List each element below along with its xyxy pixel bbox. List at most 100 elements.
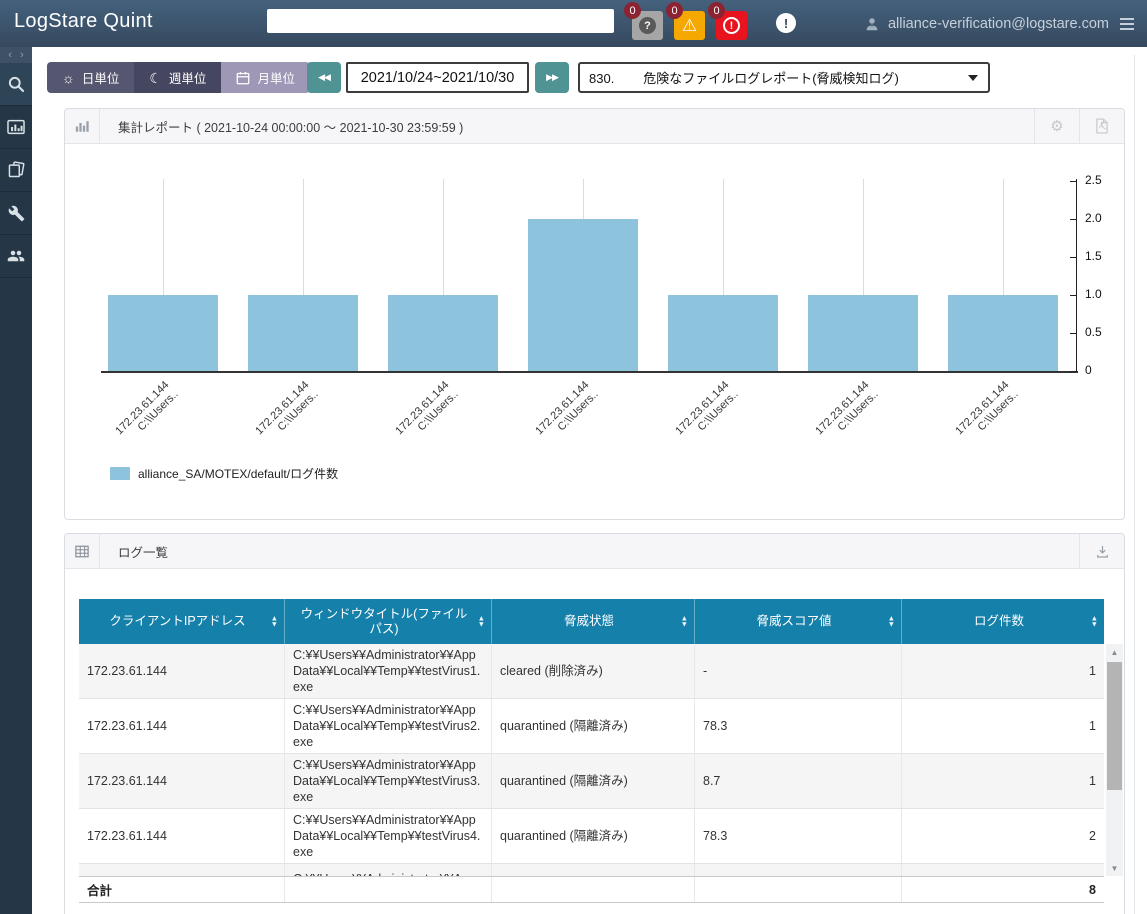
table-cell: C:¥¥Users¥¥Administrator¥¥Ap bbox=[284, 864, 491, 876]
help-count-badge: 0 bbox=[624, 2, 641, 19]
y-axis-tick-label: 1.0 bbox=[1085, 287, 1102, 301]
column-header-threat-score[interactable]: 脅威スコア値 ▲▼ bbox=[694, 599, 901, 644]
table-cell: C:¥¥Users¥¥Administrator¥¥AppData¥¥Local… bbox=[284, 809, 491, 863]
chart-settings-button[interactable]: ⚙ bbox=[1034, 109, 1079, 143]
y-axis-tick-label: 2.0 bbox=[1085, 211, 1102, 225]
table-cell: C:¥¥Users¥¥Administrator¥¥AppData¥¥Local… bbox=[284, 754, 491, 808]
month-unit-button[interactable]: 月単位 bbox=[221, 62, 310, 93]
x-axis-label: 172.23.61.144C:\\Users.. bbox=[477, 379, 601, 503]
table-row: 172.23.61.144C:¥¥Users¥¥Administrator¥¥A… bbox=[79, 809, 1104, 864]
report-select[interactable]: 830. 危険なファイルログレポート(脅威検知ログ) bbox=[578, 62, 990, 93]
sidebar-item-reports[interactable] bbox=[0, 106, 32, 149]
alert-count-badge: 0 bbox=[708, 2, 725, 19]
scrollbar-thumb[interactable] bbox=[1107, 662, 1122, 790]
log-list-title: ログ一覧 bbox=[118, 542, 168, 561]
y-axis-tick-label: 0.5 bbox=[1085, 325, 1102, 339]
table-cell: quarantined (隔離済み) bbox=[491, 754, 694, 808]
summary-report-panel-header: 集計レポート ( 2021-10-24 00:00:00 ～ 2021-10-3… bbox=[65, 109, 1124, 144]
sidebar-item-users[interactable] bbox=[0, 235, 32, 278]
user-menu[interactable]: alliance-verification@logstare.com bbox=[864, 0, 1137, 47]
y-axis-tick bbox=[1070, 295, 1076, 296]
day-unit-button[interactable]: ☼ 日単位 bbox=[47, 62, 134, 93]
hamburger-menu-icon[interactable] bbox=[1117, 15, 1137, 33]
calendar-icon bbox=[236, 71, 250, 85]
x-axis-label: 172.23.61.144C:\\Users.. bbox=[57, 379, 181, 503]
sidebar-collapse-control[interactable]: ‹ › bbox=[0, 47, 32, 63]
table-cell: 8.7 bbox=[694, 754, 901, 808]
chevron-down-icon bbox=[968, 75, 978, 81]
legend-swatch bbox=[110, 467, 130, 480]
x-axis-label: 172.23.61.144C:\\Users.. bbox=[897, 379, 1021, 503]
download-button[interactable] bbox=[1079, 534, 1124, 568]
table-cell: 172.23.61.144 bbox=[79, 809, 284, 863]
y-axis-line bbox=[1076, 179, 1077, 372]
help-notification-button[interactable]: ? 0 bbox=[632, 11, 663, 40]
chevron-right-icon: › bbox=[20, 50, 24, 61]
table-cell: quarantined (隔離済み) bbox=[491, 699, 694, 753]
log-table-body: 172.23.61.144C:¥¥Users¥¥Administrator¥¥A… bbox=[79, 644, 1104, 876]
log-table-footer-row: 合計 8 bbox=[79, 876, 1104, 903]
date-range-input[interactable] bbox=[346, 62, 529, 93]
warning-count-badge: 0 bbox=[666, 2, 683, 19]
column-label: ウィンドウタイトル(ファイルパス) bbox=[299, 607, 469, 637]
previous-period-button[interactable]: ◀◀ bbox=[307, 62, 341, 93]
global-search-input[interactable] bbox=[267, 9, 614, 33]
table-cell: cleared (削除済み) bbox=[491, 644, 694, 698]
table-cell bbox=[694, 864, 901, 876]
user-icon bbox=[864, 16, 880, 32]
mini-bar-chart-icon bbox=[75, 120, 89, 133]
sort-icon: ▲▼ bbox=[888, 615, 895, 628]
info-icon[interactable]: ! bbox=[776, 13, 796, 33]
week-unit-button[interactable]: ☾ 週単位 bbox=[134, 62, 221, 93]
y-axis-tick bbox=[1070, 181, 1076, 182]
chevron-left-icon: ‹ bbox=[8, 50, 12, 61]
table-cell: quarantined (隔離済み) bbox=[491, 809, 694, 863]
sidebar-item-pages[interactable] bbox=[0, 149, 32, 192]
download-icon bbox=[1095, 544, 1110, 559]
x-axis-label: 172.23.61.144C:\\Users.. bbox=[197, 379, 321, 503]
chart-panel-icon-cell bbox=[65, 109, 100, 143]
y-axis-tick-label: 0 bbox=[1085, 363, 1092, 377]
column-header-window-title[interactable]: ウィンドウタイトル(ファイルパス) ▲▼ bbox=[284, 599, 491, 644]
table-scrollbar[interactable]: ▲ ▼ bbox=[1106, 644, 1123, 876]
log-list-panel-header: ログ一覧 bbox=[65, 534, 1124, 569]
table-cell: 1 bbox=[901, 754, 1104, 808]
table-cell: 172.23.61.144 bbox=[79, 644, 284, 698]
summary-report-title: 集計レポート ( 2021-10-24 00:00:00 ～ 2021-10-3… bbox=[118, 117, 463, 136]
content-right-divider bbox=[1134, 55, 1135, 914]
column-label: ログ件数 bbox=[974, 614, 1024, 629]
column-header-client-ip[interactable]: クライアントIPアドレス ▲▼ bbox=[79, 599, 284, 644]
pdf-file-icon bbox=[1095, 118, 1109, 134]
warning-notification-button[interactable]: ⚠ 0 bbox=[674, 11, 705, 40]
scroll-down-icon[interactable]: ▼ bbox=[1106, 860, 1123, 876]
y-axis-tick-label: 1.5 bbox=[1085, 249, 1102, 263]
exclamation-circle-icon: ! bbox=[723, 17, 740, 34]
total-count: 8 bbox=[901, 877, 1104, 902]
log-table-header-row: クライアントIPアドレス ▲▼ ウィンドウタイトル(ファイルパス) ▲▼ 脅威状… bbox=[79, 599, 1104, 644]
alert-notification-button[interactable]: ! 0 bbox=[716, 11, 747, 40]
scroll-up-icon[interactable]: ▲ bbox=[1106, 644, 1123, 660]
table-cell: 1 bbox=[901, 644, 1104, 698]
x-axis-baseline bbox=[101, 371, 1078, 373]
column-header-log-count[interactable]: ログ件数 ▲▼ bbox=[901, 599, 1104, 644]
column-header-threat-status[interactable]: 脅威状態 ▲▼ bbox=[491, 599, 694, 644]
sidebar-item-search[interactable] bbox=[0, 63, 32, 106]
chart-panel-actions: ⚙ bbox=[1034, 109, 1124, 143]
table-row: 172.23.61.144C:¥¥Users¥¥Administrator¥¥A… bbox=[79, 754, 1104, 809]
pdf-export-button[interactable] bbox=[1079, 109, 1124, 143]
table-cell: 172.23.61.144 bbox=[79, 699, 284, 753]
y-axis-tick bbox=[1070, 333, 1076, 334]
week-unit-label: 週単位 bbox=[169, 68, 207, 87]
sort-icon: ▲▼ bbox=[271, 615, 278, 628]
next-period-button[interactable]: ▶▶ bbox=[535, 62, 569, 93]
sidebar-item-tools[interactable] bbox=[0, 192, 32, 235]
month-unit-label: 月単位 bbox=[257, 68, 295, 87]
moon-icon: ☾ bbox=[149, 71, 162, 85]
left-sidebar: ‹ › bbox=[0, 47, 32, 914]
y-axis-tick bbox=[1070, 219, 1076, 220]
total-label: 合計 bbox=[79, 877, 284, 902]
bar bbox=[108, 295, 218, 371]
user-email: alliance-verification@logstare.com bbox=[888, 16, 1109, 32]
table-row: C:¥¥Users¥¥Administrator¥¥Ap bbox=[79, 864, 1104, 876]
y-axis-tick bbox=[1070, 257, 1076, 258]
